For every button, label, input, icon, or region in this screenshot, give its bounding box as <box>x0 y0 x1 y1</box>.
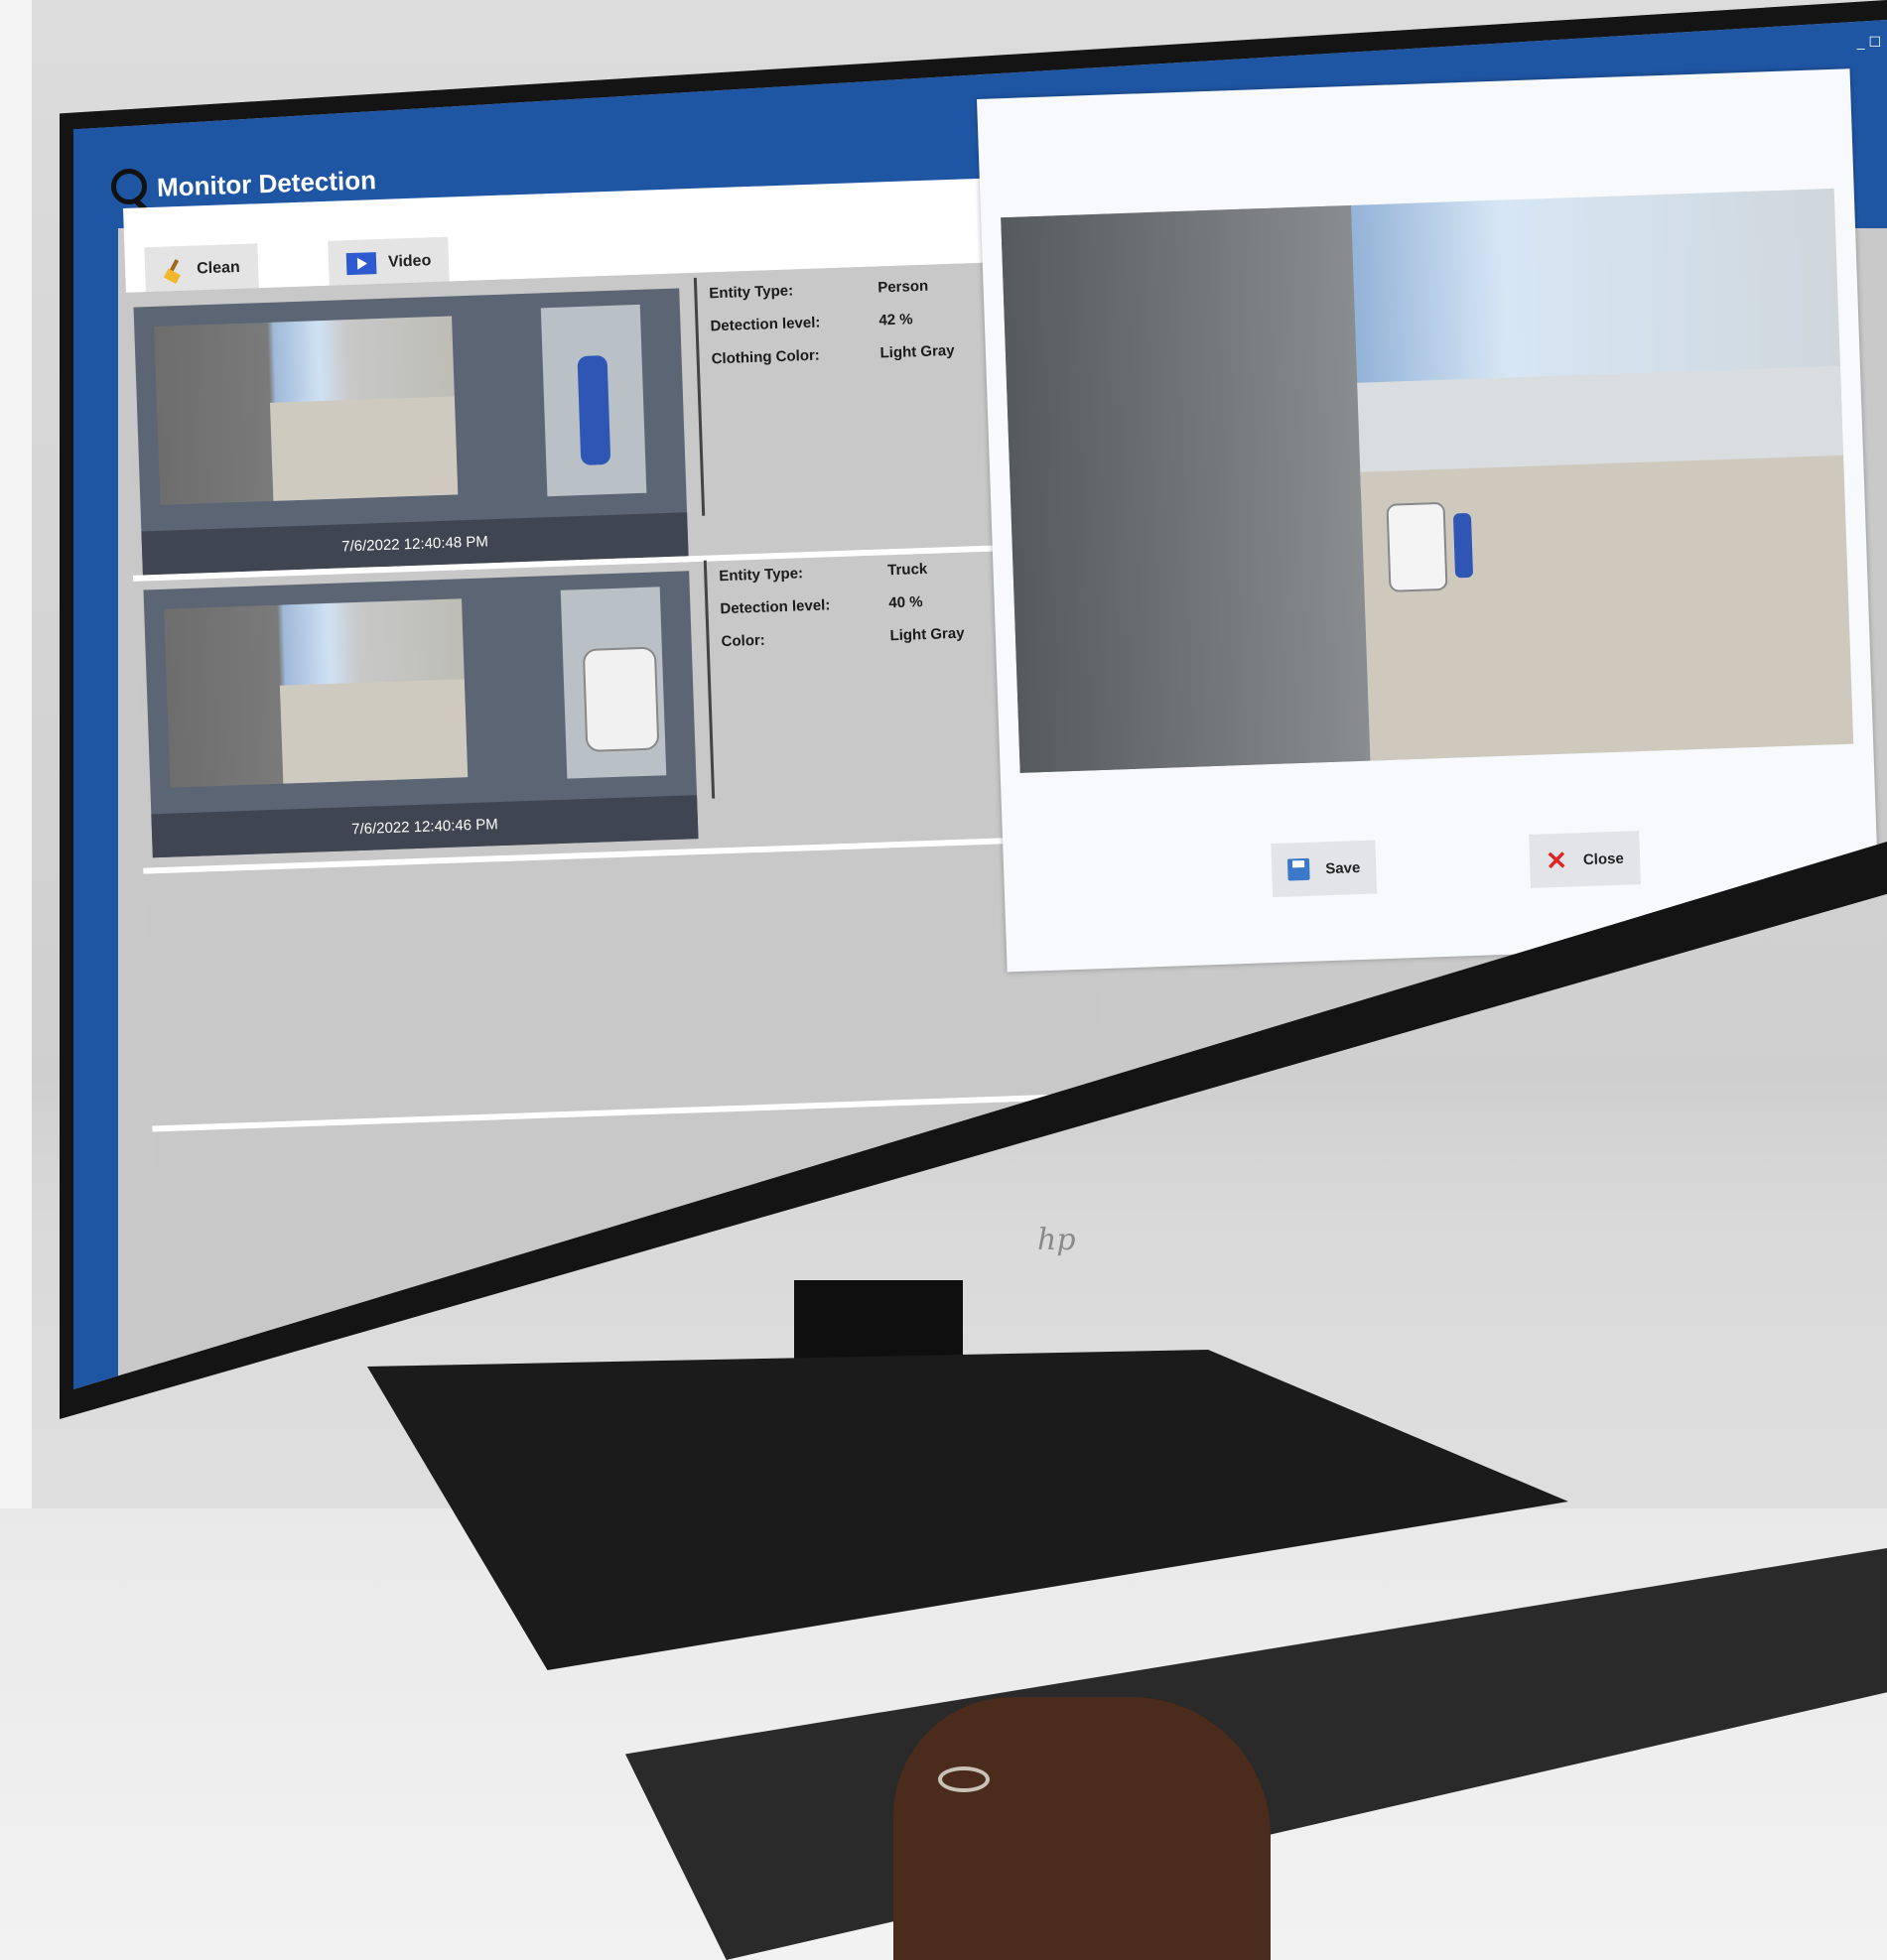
broom-icon <box>163 259 186 282</box>
detection-info: Entity Type: Truck Detection level: 40 % C… <box>719 552 965 658</box>
video-button[interactable]: Video <box>328 236 451 289</box>
video-film-icon <box>345 252 377 276</box>
clean-button-label: Clean <box>196 258 241 278</box>
field-label: Clothing Color: <box>711 346 821 368</box>
detection-info: Entity Type: Person Detection level: 42 % … <box>709 269 955 375</box>
field-value: Truck <box>886 560 928 580</box>
scene-thumbnail <box>164 598 469 788</box>
video-button-label: Video <box>387 252 432 271</box>
scene-thumbnail <box>154 316 459 505</box>
magnifier-logo-icon <box>111 169 147 204</box>
detection-list: 7/6/2022 12:40:48 PM Entity Type: Person … <box>123 259 1114 1384</box>
window-controls[interactable]: _ ☐ <box>1857 34 1881 51</box>
field-label: Entity Type: <box>719 565 804 586</box>
save-button[interactable]: Save <box>1271 840 1378 898</box>
field-label: Color: <box>721 631 766 651</box>
app-sidebar-strip <box>73 20 118 1389</box>
field-value: Light Gray <box>889 624 965 645</box>
field-value: Light Gray <box>879 341 955 362</box>
detection-full-image <box>1001 188 1854 773</box>
detection-timestamp: 7/6/2022 12:40:46 PM <box>151 795 699 858</box>
field-value: 40 % <box>888 593 923 612</box>
field-label: Detection level: <box>710 314 821 335</box>
close-icon: ✕ <box>1545 845 1568 876</box>
card-separator <box>693 277 706 516</box>
detection-card[interactable]: 7/6/2022 12:40:48 PM <box>133 288 689 576</box>
finger-ring <box>938 1766 990 1792</box>
vehicle-crop-thumbnail <box>560 587 667 779</box>
card-separator <box>703 560 716 799</box>
detection-card[interactable]: 7/6/2022 12:40:46 PM <box>143 571 699 858</box>
floppy-disk-icon <box>1286 857 1310 881</box>
field-label: Detection level: <box>720 596 831 618</box>
close-button[interactable]: ✕ Close <box>1529 831 1641 889</box>
user-hand <box>893 1697 1271 1960</box>
person-crop-thumbnail <box>540 304 647 497</box>
field-value: 42 % <box>878 311 913 329</box>
field-value: Person <box>876 277 929 297</box>
monitor-screen: Monitor Detection _ ☐ Clean Video 7/6/20… <box>73 20 1887 1389</box>
detection-preview-dialog: Save ✕ Close <box>977 68 1881 973</box>
hp-brand-logo: hp <box>1037 1223 1076 1257</box>
clean-button[interactable]: Clean <box>144 243 259 296</box>
field-label: Entity Type: <box>709 282 794 303</box>
close-button-label: Close <box>1582 849 1625 868</box>
save-button-label: Save <box>1324 858 1361 877</box>
